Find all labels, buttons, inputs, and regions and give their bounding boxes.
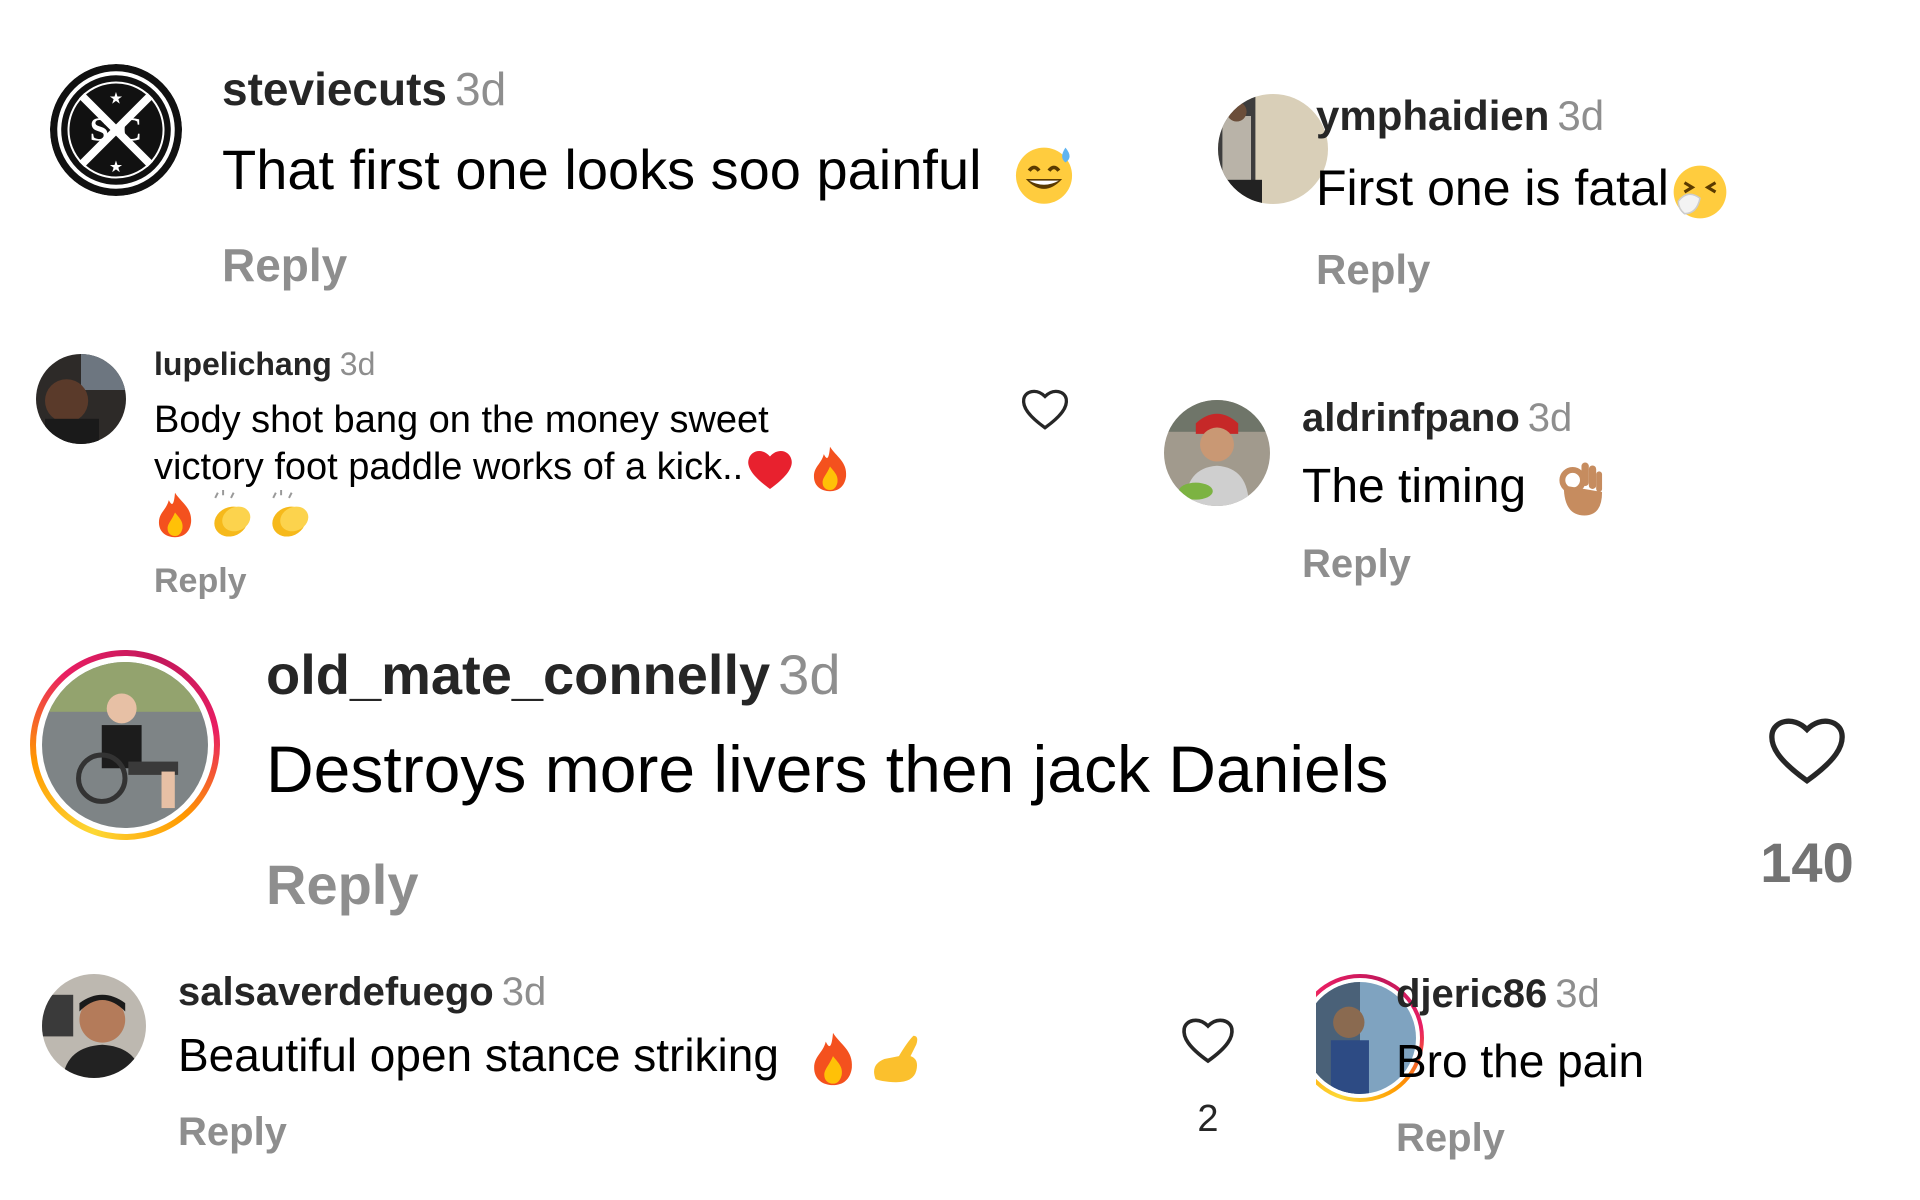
fire-emoji [809,444,851,494]
clapping-hands-emoji [204,490,258,540]
comment-timestamp: 3d [778,643,841,706]
reply-button[interactable]: Reply [178,1110,287,1155]
user-photo [42,662,208,828]
reply-button[interactable]: Reply [222,238,347,292]
username-text[interactable]: aldrinfpano [1302,396,1520,440]
comment-timestamp: 3d [1555,972,1600,1016]
comment-body: Beautiful open stance striking [178,1029,779,1081]
reply-button[interactable]: Reply [1302,542,1411,587]
svg-text:★: ★ [109,157,123,176]
red-heart-emoji [745,446,795,492]
avatar [42,662,208,828]
user-photo [1218,94,1328,204]
clapping-hands-emoji [262,490,316,540]
like-count: 2 [1197,1098,1219,1140]
comment-text: First one is fatal [1316,158,1731,223]
comment-timestamp: 3d [455,63,507,115]
reply-button[interactable]: Reply [1316,246,1430,294]
comment-text: That first one looks soo painful [222,136,1077,207]
avatar[interactable] [42,974,146,1078]
comment-username[interactable]: aldrinfpano 3d [1302,396,1572,441]
pinching-hand-emoji [866,1030,926,1088]
reply-button[interactable]: Reply [154,562,247,601]
comment-text: Beautiful open stance striking [178,1028,926,1088]
svg-text:S C: S C [90,111,142,149]
comment-text-line1: Body shot bang on the money sweet [154,399,769,441]
fire-emoji [808,1030,858,1088]
comment-text: Destroys more livers then jack Daniels [266,732,1389,806]
comment-body: First one is fatal [1316,160,1669,216]
user-photo [1164,400,1270,506]
avatar[interactable]: S C ★ ★ [50,64,182,196]
comment-text-line2: victory foot paddle works of a kick.. [154,444,851,494]
comment-username[interactable]: steviecuts 3d [222,62,506,116]
like-heart-icon[interactable] [1020,386,1070,432]
sneezing-face-emoji [1669,161,1731,223]
avatar[interactable] [1218,94,1328,204]
sweat-smile-emoji [1011,141,1077,207]
username-text[interactable]: lupelichang [154,346,332,382]
comment-timestamp: 3d [339,346,376,382]
username-text[interactable]: djeric86 [1396,972,1547,1016]
comment-timestamp: 3d [1557,92,1605,139]
comment-text: Bro the pain [1396,1035,1645,1087]
username-text[interactable]: ymphaidien [1316,92,1549,139]
comment-username[interactable]: lupelichang 3d [154,346,375,383]
ok-hand-emoji [1555,459,1605,519]
reply-button[interactable]: Reply [266,852,419,917]
like-heart-icon[interactable] [1766,712,1848,788]
reply-button[interactable]: Reply [1396,1116,1505,1161]
comment-body: That first one looks soo painful [222,138,982,201]
comment-body: victory foot paddle works of a kick.. [154,446,744,489]
username-text[interactable]: old_mate_connelly [266,643,770,706]
comment-text: The timing [1302,458,1605,519]
comment-username[interactable]: djeric86 3d [1396,972,1600,1017]
user-photo [42,974,146,1078]
comment-text-line3 [154,490,316,540]
user-photo [36,354,126,444]
comment-username[interactable]: ymphaidien 3d [1316,92,1604,140]
username-text[interactable]: steviecuts [222,63,447,115]
comments-collage: S C ★ ★ steviecuts 3d That first one look… [0,0,1920,1200]
comment-body: The timing [1302,460,1527,513]
comment-username[interactable]: old_mate_connelly 3d [266,642,840,707]
comment-username[interactable]: salsaverdefuego 3d [178,970,546,1015]
avatar[interactable] [1164,400,1270,506]
svg-text:★: ★ [109,89,123,108]
like-count: 140 [1760,831,1854,894]
comment-timestamp: 3d [1527,396,1573,440]
username-text[interactable]: salsaverdefuego [178,970,494,1014]
story-ring[interactable] [30,650,220,840]
fire-emoji [154,490,196,540]
like-heart-icon[interactable] [1180,1014,1236,1066]
sc-barber-logo-icon: S C ★ ★ [50,64,182,196]
avatar[interactable] [36,354,126,444]
comment-timestamp: 3d [501,970,547,1014]
